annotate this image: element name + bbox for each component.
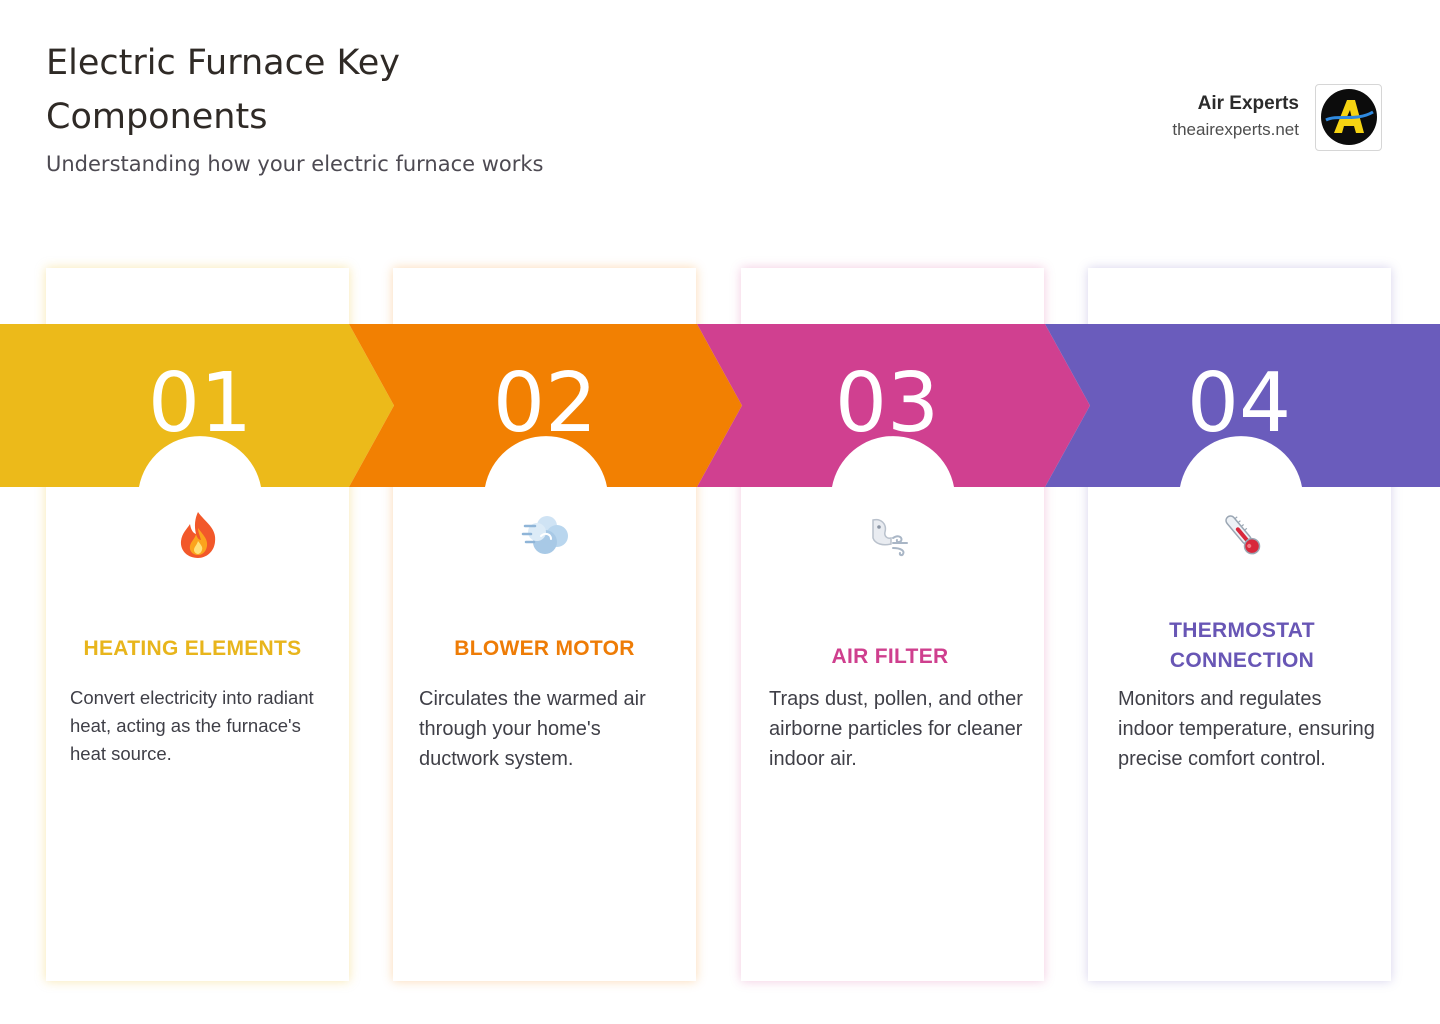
page-subtitle: Understanding how your electric furnace … (46, 152, 544, 176)
brand-text: Air Experts theairexperts.net (1172, 91, 1299, 143)
air-experts-logo-icon (1315, 83, 1382, 151)
thermometer-icon (1210, 503, 1274, 567)
step-number-1: 01 (147, 356, 253, 451)
wind-face-icon (856, 503, 920, 567)
step-number-4: 04 (1186, 356, 1292, 451)
page-title: Electric Furnace Key Components (46, 43, 400, 137)
step-description-3: Traps dust, pollen, and other airborne p… (769, 688, 1023, 770)
step-description-1: Convert electricity into radiant heat, a… (70, 687, 314, 764)
step-number-2: 02 (492, 356, 598, 451)
fire-icon (166, 503, 230, 567)
step-number-3: 03 (834, 356, 940, 451)
brand-url: theairexperts.net (1172, 120, 1299, 139)
logo-graphic (1320, 89, 1377, 145)
step-description-2: Circulates the warmed air through your h… (419, 688, 646, 770)
step-title-1: HEATING ELEMENTS (83, 637, 302, 660)
brand-name: Air Experts (1197, 93, 1299, 114)
step-description-4: Monitors and regulates indoor temperatur… (1118, 688, 1375, 770)
step-title-3: AIR FILTER (831, 645, 949, 668)
brand-block: Air Experts theairexperts.net (1172, 83, 1382, 151)
step-title-4: THERMOSTAT CONNECTION (1169, 619, 1315, 672)
step-title-2: BLOWER MOTOR (454, 637, 635, 660)
wind-icon (514, 503, 578, 567)
